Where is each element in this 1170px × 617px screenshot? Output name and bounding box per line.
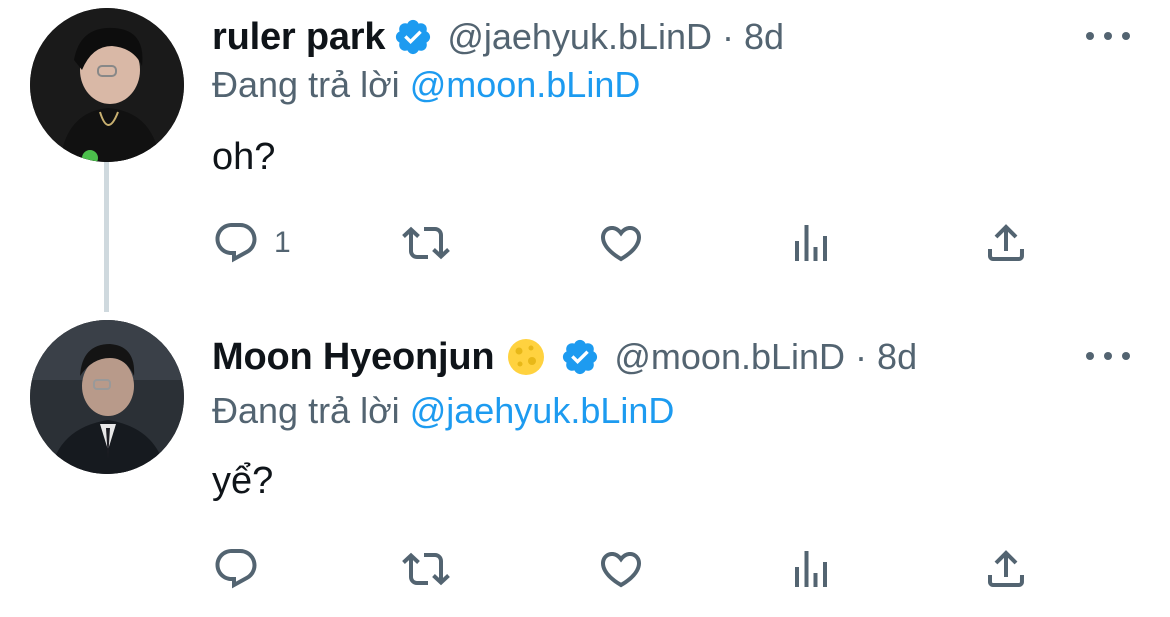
views-icon <box>787 545 835 593</box>
tweet-actions: 1 <box>212 216 1042 270</box>
tweet-header: Moon Hyeonjun @moon.bLinD · 8d <box>212 328 917 386</box>
share-icon <box>982 219 1030 267</box>
tweet-thread: ruler park @jaehyuk.bLinD · 8d Đang trả … <box>0 0 1170 617</box>
share-button[interactable] <box>982 216 1030 270</box>
avatar-image <box>30 8 184 162</box>
replying-to-label: Đang trả lời <box>212 64 400 105</box>
reply-mention-link[interactable]: @jaehyuk.bLinD <box>410 390 675 431</box>
timestamp[interactable]: 8d <box>877 336 917 378</box>
display-name[interactable]: ruler park <box>212 16 386 59</box>
reply-button[interactable] <box>212 542 274 596</box>
retweet-button[interactable] <box>402 216 450 270</box>
share-icon <box>982 545 1030 593</box>
tweet-actions <box>212 542 1042 596</box>
share-button[interactable] <box>982 542 1030 596</box>
display-name[interactable]: Moon Hyeonjun <box>212 336 495 379</box>
replying-to: Đang trả lời @moon.bLinD <box>212 64 640 106</box>
user-handle[interactable]: @moon.bLinD <box>614 336 845 378</box>
reply-icon <box>212 219 260 267</box>
tweet-header: ruler park @jaehyuk.bLinD · 8d <box>212 8 784 66</box>
reply-button[interactable]: 1 <box>212 216 291 270</box>
user-handle[interactable]: @jaehyuk.bLinD <box>447 16 712 58</box>
avatar[interactable] <box>30 8 184 162</box>
retweet-icon <box>402 545 450 593</box>
replying-to: Đang trả lời @jaehyuk.bLinD <box>212 390 674 432</box>
retweet-icon <box>402 219 450 267</box>
replying-to-label: Đang trả lời <box>212 390 400 431</box>
separator-dot: · <box>855 336 868 377</box>
like-button[interactable] <box>597 542 645 596</box>
more-icon[interactable] <box>1086 346 1130 366</box>
moon-emoji-icon <box>506 337 546 377</box>
verified-badge-icon <box>560 337 600 377</box>
heart-icon <box>597 545 645 593</box>
reply-mention-link[interactable]: @moon.bLinD <box>410 64 641 105</box>
tweet[interactable]: Moon Hyeonjun @moon.bLinD · 8d Đang trả … <box>0 316 1170 617</box>
avatar-image <box>30 320 184 474</box>
views-button[interactable] <box>787 216 835 270</box>
timestamp[interactable]: 8d <box>744 16 784 58</box>
reply-icon <box>212 545 260 593</box>
tweet[interactable]: ruler park @jaehyuk.bLinD · 8d Đang trả … <box>0 0 1170 310</box>
tweet-text: oh? <box>212 136 276 178</box>
avatar[interactable] <box>30 320 184 474</box>
verified-badge-icon <box>393 17 433 57</box>
retweet-button[interactable] <box>402 542 450 596</box>
separator-dot: · <box>722 16 735 57</box>
heart-icon <box>597 219 645 267</box>
reply-count: 1 <box>274 226 291 259</box>
views-icon <box>787 219 835 267</box>
tweet-text: yể? <box>212 460 274 502</box>
like-button[interactable] <box>597 216 645 270</box>
views-button[interactable] <box>787 542 835 596</box>
more-icon[interactable] <box>1086 26 1130 46</box>
